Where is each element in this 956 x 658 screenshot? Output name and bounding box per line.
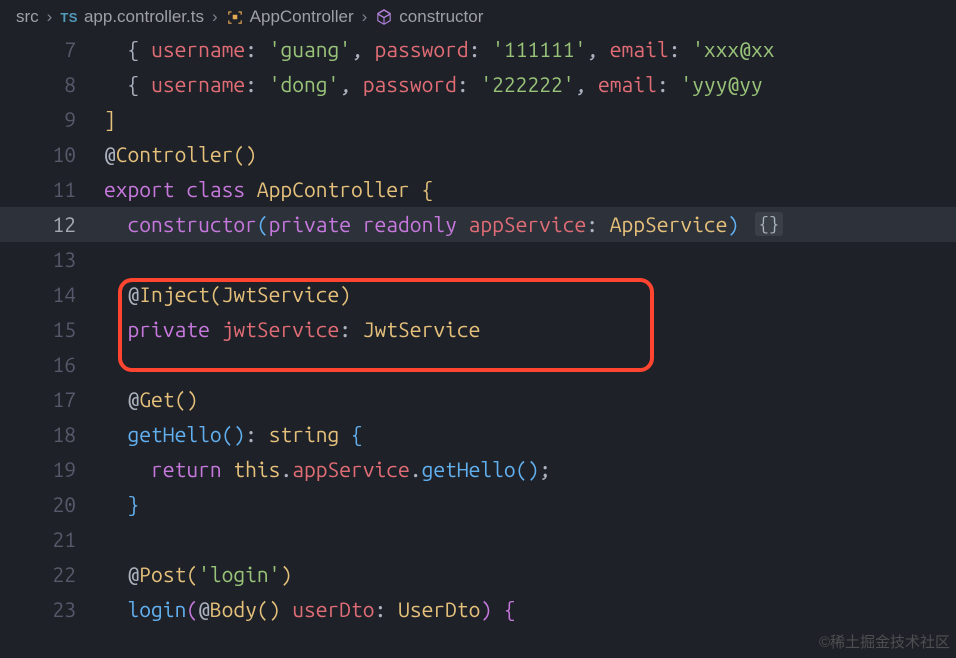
- breadcrumb-item-src[interactable]: src: [16, 7, 39, 27]
- code-content: private jwtService: JwtService: [104, 312, 956, 347]
- code-content: [104, 347, 956, 382]
- code-line[interactable]: 21: [0, 522, 956, 557]
- code-line[interactable]: 22 @Post('login'): [0, 557, 956, 592]
- code-line[interactable]: 9 ]: [0, 102, 956, 137]
- code-content: @Inject(JwtService): [104, 277, 956, 312]
- symbol-class-icon: [226, 8, 244, 26]
- code-content: constructor(private readonly appService:…: [104, 207, 956, 242]
- code-content: @Post('login'): [104, 557, 956, 592]
- chevron-right-icon: ›: [362, 7, 368, 27]
- code-line[interactable]: 20 }: [0, 487, 956, 522]
- line-number: 15: [0, 312, 104, 347]
- code-content: }: [104, 487, 956, 522]
- line-number: 20: [0, 487, 104, 522]
- line-number: 8: [0, 67, 104, 102]
- code-line[interactable]: 10 @Controller(): [0, 137, 956, 172]
- line-number: 18: [0, 417, 104, 452]
- code-content: { username: 'dong', password: '222222', …: [104, 67, 956, 102]
- line-number: 7: [0, 32, 104, 67]
- line-number: 22: [0, 557, 104, 592]
- watermark-text: ©稀土掘金技术社区: [819, 631, 950, 652]
- code-content: [104, 522, 956, 557]
- code-line[interactable]: 13: [0, 242, 956, 277]
- line-number: 14: [0, 277, 104, 312]
- code-content: ]: [104, 102, 956, 137]
- code-fold-badge[interactable]: {}: [755, 212, 783, 236]
- code-line[interactable]: 18 getHello(): string {: [0, 417, 956, 452]
- breadcrumb-item-member[interactable]: constructor: [375, 7, 483, 27]
- code-line[interactable]: 11 export class AppController {: [0, 172, 956, 207]
- code-line[interactable]: 23 login(@Body() userDto: UserDto) {: [0, 592, 956, 627]
- line-number: 16: [0, 347, 104, 382]
- line-number: 9: [0, 102, 104, 137]
- breadcrumb-label: app.controller.ts: [84, 7, 204, 27]
- code-content: getHello(): string {: [104, 417, 956, 452]
- line-number: 19: [0, 452, 104, 487]
- line-number: 11: [0, 172, 104, 207]
- breadcrumb-label: AppController: [250, 7, 354, 27]
- code-content: @Controller(): [104, 137, 956, 172]
- line-number: 17: [0, 382, 104, 417]
- code-content: export class AppController {: [104, 172, 956, 207]
- chevron-right-icon: ›: [47, 7, 53, 27]
- line-number: 13: [0, 242, 104, 277]
- code-content: @Get(): [104, 382, 956, 417]
- line-number: 23: [0, 592, 104, 627]
- breadcrumb: src › TS app.controller.ts › AppControll…: [0, 0, 956, 32]
- code-content: login(@Body() userDto: UserDto) {: [104, 592, 956, 627]
- line-number: 10: [0, 137, 104, 172]
- line-number: 12: [0, 207, 104, 242]
- code-content: { username: 'guang', password: '111111',…: [104, 32, 956, 67]
- breadcrumb-label: constructor: [399, 7, 483, 27]
- chevron-right-icon: ›: [212, 7, 218, 27]
- code-line-active[interactable]: 12 constructor(private readonly appServi…: [0, 207, 956, 242]
- code-line[interactable]: 19 return this.appService.getHello();: [0, 452, 956, 487]
- code-line[interactable]: 7 { username: 'guang', password: '111111…: [0, 32, 956, 67]
- breadcrumb-item-class[interactable]: AppController: [226, 7, 354, 27]
- code-line[interactable]: 8 { username: 'dong', password: '222222'…: [0, 67, 956, 102]
- line-number: 21: [0, 522, 104, 557]
- symbol-method-icon: [375, 8, 393, 26]
- code-line[interactable]: 16: [0, 347, 956, 382]
- breadcrumb-label: src: [16, 7, 39, 27]
- code-content: return this.appService.getHello();: [104, 452, 956, 487]
- code-line[interactable]: 15 private jwtService: JwtService: [0, 312, 956, 347]
- code-editor[interactable]: 7 { username: 'guang', password: '111111…: [0, 32, 956, 627]
- typescript-file-icon: TS: [60, 10, 78, 25]
- breadcrumb-item-file[interactable]: TS app.controller.ts: [60, 7, 204, 27]
- code-line[interactable]: 14 @Inject(JwtService): [0, 277, 956, 312]
- code-content: [104, 242, 956, 277]
- code-line[interactable]: 17 @Get(): [0, 382, 956, 417]
